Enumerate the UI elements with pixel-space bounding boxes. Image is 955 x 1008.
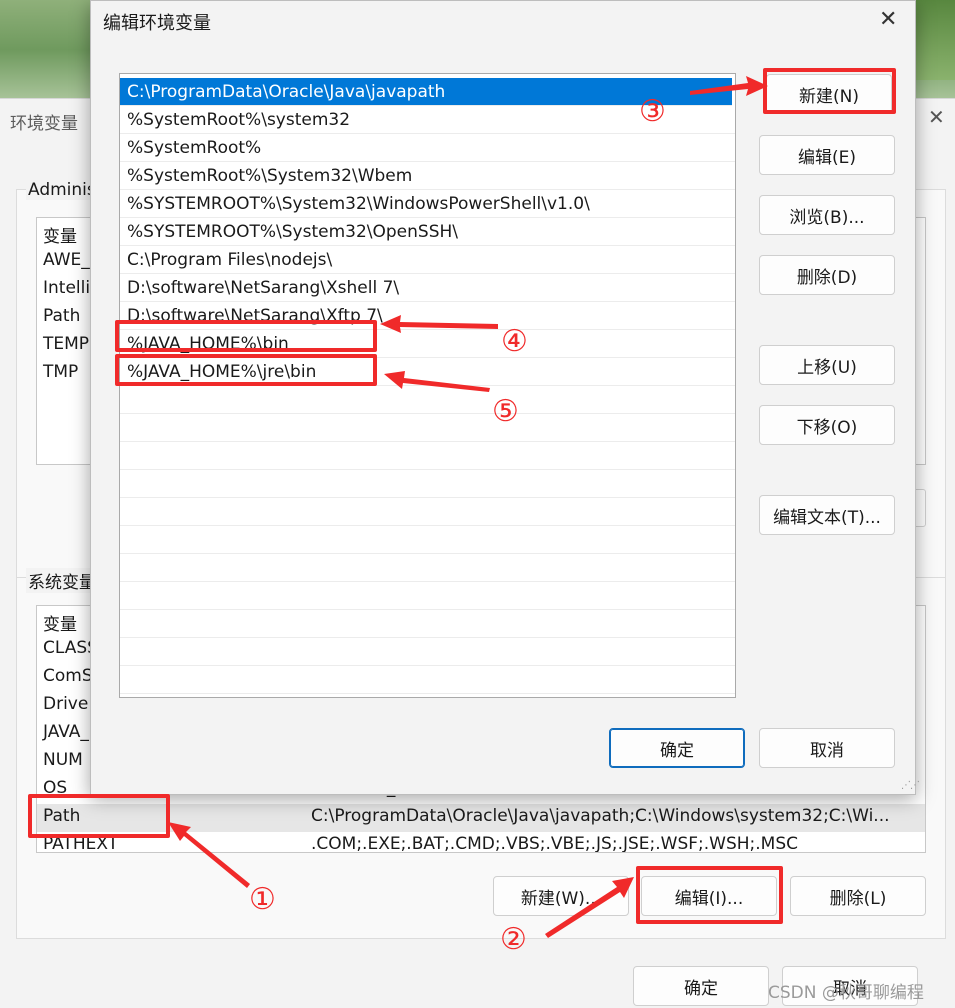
move-down-button[interactable]: 下移(O) xyxy=(759,405,895,445)
dialog-ok-button[interactable]: 确定 xyxy=(609,728,745,768)
empty-row xyxy=(120,526,735,554)
window-title: 环境变量 xyxy=(10,114,78,134)
annotation-box-path xyxy=(28,794,170,838)
path-list-item[interactable]: D:\software\NetSarang\Xshell 7\ xyxy=(120,274,735,302)
path-list-item[interactable]: %SystemRoot% xyxy=(120,134,735,162)
edit-text-button[interactable]: 编辑文本(T)... xyxy=(759,495,895,535)
empty-row xyxy=(120,442,735,470)
watermark: CSDN @秋哥聊编程 xyxy=(768,983,924,1003)
empty-row xyxy=(120,554,735,582)
empty-row xyxy=(120,470,735,498)
annotation-box-java-bin xyxy=(115,320,377,352)
user-variables-title: Adminis xyxy=(26,180,98,200)
list-item[interactable]: Path xyxy=(43,306,80,326)
empty-row xyxy=(120,638,735,666)
close-icon[interactable]: ✕ xyxy=(928,105,945,129)
empty-row xyxy=(120,414,735,442)
table-row[interactable]: NUM xyxy=(43,750,83,770)
empty-row xyxy=(120,582,735,610)
annotation-label-3: ③ xyxy=(639,94,666,129)
path-list-item[interactable]: %SYSTEMROOT%\System32\OpenSSH\ xyxy=(120,218,735,246)
empty-row xyxy=(120,498,735,526)
sys-new-button[interactable]: 新建(W)... xyxy=(493,876,629,916)
system-variables-title: 系统变量 xyxy=(26,568,98,593)
annotation-box-new xyxy=(763,68,896,114)
empty-row xyxy=(120,386,735,414)
annotation-box-java-jre-bin xyxy=(115,354,377,386)
empty-row xyxy=(120,610,735,638)
annotation-box-edit xyxy=(636,866,783,924)
dialog-cancel-button[interactable]: 取消 xyxy=(759,728,895,768)
list-item[interactable]: Intelli xyxy=(43,278,90,298)
sys-delete-button[interactable]: 删除(L) xyxy=(790,876,926,916)
annotation-label-4: ④ xyxy=(501,324,528,359)
annotation-label-1: ① xyxy=(249,882,276,917)
move-up-button[interactable]: 上移(U) xyxy=(759,345,895,385)
table-row[interactable]: Drive xyxy=(43,694,88,714)
table-cell-value: .COM;.EXE;.BAT;.CMD;.VBS;.VBE;.JS;.JSE;.… xyxy=(311,834,799,853)
delete-button[interactable]: 删除(D) xyxy=(759,255,895,295)
annotation-label-2: ② xyxy=(500,922,527,957)
list-item[interactable]: AWE_ xyxy=(43,250,90,270)
table-row[interactable]: JAVA_ xyxy=(43,722,89,742)
close-icon[interactable]: ✕ xyxy=(879,7,897,32)
path-list-item[interactable]: C:\Program Files\nodejs\ xyxy=(120,246,735,274)
browse-button[interactable]: 浏览(B)... xyxy=(759,195,895,235)
table-row[interactable]: ComS xyxy=(43,666,93,686)
resize-grip-icon[interactable]: ⋰⋰ xyxy=(901,780,920,791)
empty-row xyxy=(120,666,735,694)
path-list-item[interactable]: %SYSTEMROOT%\System32\WindowsPowerShell\… xyxy=(120,190,735,218)
column-header-variable[interactable]: 变量 xyxy=(43,610,77,635)
column-header-variable[interactable]: 变量 xyxy=(43,222,77,247)
env-ok-button[interactable]: 确定 xyxy=(633,966,769,1006)
edit-button[interactable]: 编辑(E) xyxy=(759,135,895,175)
dialog-title: 编辑环境变量 xyxy=(103,13,211,34)
list-item[interactable]: TMP xyxy=(43,362,78,382)
table-cell-value: C:\ProgramData\Oracle\Java\javapath;C:\W… xyxy=(311,806,890,826)
annotation-label-5: ⑤ xyxy=(492,394,519,429)
path-list-item[interactable]: %SystemRoot%\System32\Wbem xyxy=(120,162,735,190)
list-item[interactable]: TEMP xyxy=(43,334,89,354)
